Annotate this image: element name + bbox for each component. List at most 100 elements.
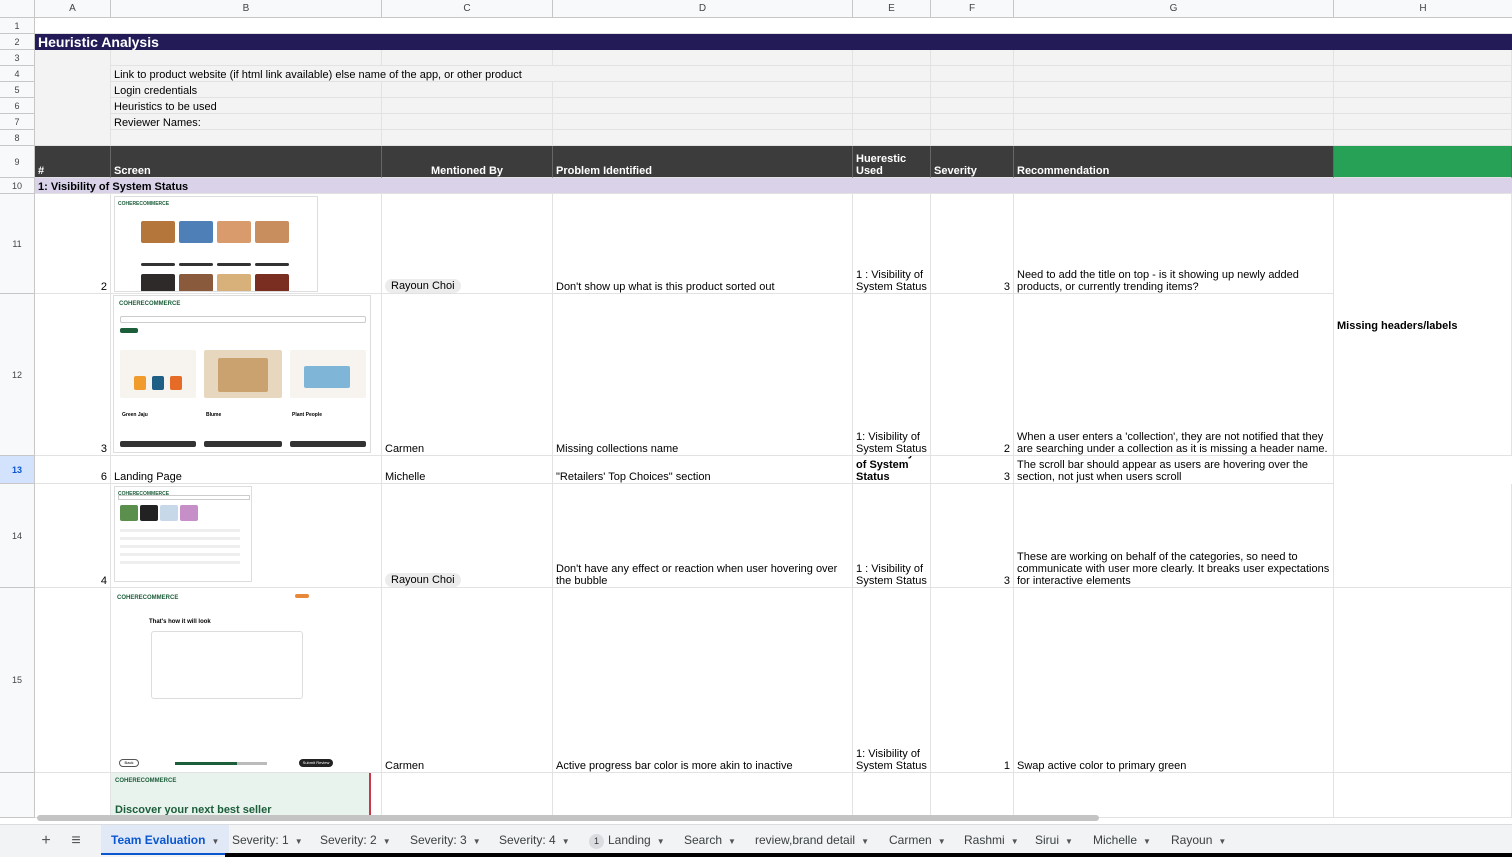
cell-h4[interactable] <box>1334 66 1512 82</box>
cell-e5[interactable] <box>853 82 931 98</box>
screen-cell[interactable]: Landing Page <box>111 456 382 484</box>
severity-cell[interactable]: 1 <box>931 588 1014 773</box>
screen-cell[interactable]: COHERECOMMERCE <box>111 484 382 588</box>
problem-cell[interactable]: "Retailers' Top Choices" section <box>553 456 853 484</box>
cell-d7[interactable] <box>553 114 853 130</box>
cell-e3[interactable] <box>853 50 931 66</box>
select-all-corner[interactable] <box>0 0 35 18</box>
recommendation-cell[interactable]: Swap active color to primary green <box>1014 588 1334 773</box>
cell-b5[interactable]: Login credentials <box>111 82 382 98</box>
tab-landing[interactable]: 1 Landing ▼ <box>589 825 665 855</box>
recommendation-cell[interactable]: When a user enters a 'collection', they … <box>1014 294 1334 456</box>
cell-d5[interactable] <box>553 82 853 98</box>
title-cell[interactable]: Heuristic Analysis <box>35 34 835 50</box>
row-header-11[interactable]: 11 <box>0 194 35 294</box>
recommendation-cell[interactable]: The scroll bar should appear as users ar… <box>1014 456 1334 484</box>
header-mentioned-by[interactable]: Mentioned By <box>382 146 553 178</box>
cell-g3[interactable] <box>1014 50 1334 66</box>
cell-g8[interactable] <box>1014 130 1334 146</box>
cell-f3[interactable] <box>931 50 1014 66</box>
cell-c3[interactable] <box>382 50 553 66</box>
row-number-cell[interactable] <box>35 773 111 818</box>
cell-h7[interactable] <box>1334 114 1512 130</box>
column-header-h[interactable]: H <box>1334 0 1512 18</box>
row-header-5[interactable]: 5 <box>0 82 35 98</box>
cell-g16[interactable] <box>1014 773 1334 818</box>
cell-f7[interactable] <box>931 114 1014 130</box>
cell-f5[interactable] <box>931 82 1014 98</box>
cell-b6[interactable]: Heuristics to be used <box>111 98 382 114</box>
heuristic-cell[interactable]: 1 : Visibility of System Status <box>853 194 931 294</box>
cell-h5[interactable] <box>1334 82 1512 98</box>
cell-f8[interactable] <box>931 130 1014 146</box>
screen-cell[interactable]: COHERECOMMERCE That's how it will look B… <box>111 588 382 773</box>
problem-cell[interactable]: Missing collections name <box>553 294 853 456</box>
row-header-9[interactable]: 9 <box>0 146 35 178</box>
row-header-8[interactable]: 8 <box>0 130 35 146</box>
cell-g4[interactable] <box>1014 66 1334 82</box>
tab-search[interactable]: Search ▼ <box>684 825 736 855</box>
cell-f4[interactable] <box>931 66 1014 82</box>
row-header-4[interactable]: 4 <box>0 66 35 82</box>
recommendation-cell[interactable]: These are working on behalf of the categ… <box>1014 484 1334 588</box>
cell-f6[interactable] <box>931 98 1014 114</box>
mentioned-by-cell[interactable]: Carmen <box>382 294 553 456</box>
cell-c6[interactable] <box>382 98 553 114</box>
row-number-cell[interactable]: 4 <box>35 484 111 588</box>
sheet-grid[interactable]: Heuristic Analysis Link to product websi… <box>35 18 1512 818</box>
row-header-7[interactable]: 7 <box>0 114 35 130</box>
recommendation-cell[interactable]: Need to add the title on top - is it sho… <box>1014 194 1334 294</box>
tab-sirui[interactable]: Sirui ▼ <box>1035 825 1073 855</box>
screenshot-thumbnail[interactable]: COHERECOMMERCE That's how it will look B… <box>113 589 371 771</box>
cell-h16[interactable] <box>1334 773 1512 818</box>
screenshot-thumbnail[interactable]: COHERECOMMERCE Discover your next best s… <box>111 773 371 817</box>
hamburger-menu-icon[interactable]: ≡ <box>66 831 86 851</box>
tab-severity-3[interactable]: Severity: 3 ▼ <box>410 825 481 855</box>
header-heuristic[interactable]: Huerestic Used <box>853 146 931 178</box>
section-cell[interactable]: 1: Visibility of System Status <box>35 178 1512 194</box>
cell-h15[interactable] <box>1334 588 1512 773</box>
person-chip[interactable]: Rayoun Choi <box>385 573 461 587</box>
row-header-3[interactable]: 3 <box>0 50 35 66</box>
severity-cell[interactable]: 3 <box>931 194 1014 294</box>
cell-e7[interactable] <box>853 114 931 130</box>
screenshot-thumbnail[interactable]: COHERECOMMERCE <box>114 486 252 582</box>
row-number-cell[interactable] <box>35 588 111 773</box>
severity-cell[interactable]: 3 <box>931 484 1014 588</box>
cell-e8[interactable] <box>853 130 931 146</box>
mentioned-by-cell[interactable]: Michelle <box>382 456 553 484</box>
problem-cell[interactable]: Don't show up what is this product sorte… <box>553 194 853 294</box>
cell-e16[interactable] <box>853 773 931 818</box>
cell-f16[interactable] <box>931 773 1014 818</box>
mentioned-by-cell[interactable]: Carmen <box>382 588 553 773</box>
tab-severity-4[interactable]: Severity: 4 ▼ <box>499 825 570 855</box>
problem-cell[interactable]: Active progress bar color is more akin t… <box>553 588 853 773</box>
row-header-1[interactable]: 1 <box>0 18 35 34</box>
cell-g7[interactable] <box>1014 114 1334 130</box>
cell-e4[interactable] <box>853 66 931 82</box>
column-header-g[interactable]: G <box>1014 0 1334 18</box>
header-severity[interactable]: Severity <box>931 146 1014 178</box>
heuristic-cell[interactable]: 1 : Visibility of System Status <box>853 484 931 588</box>
row-header-6[interactable]: 6 <box>0 98 35 114</box>
header-screen[interactable]: Screen <box>111 146 382 178</box>
column-header-e[interactable]: E <box>853 0 931 18</box>
cell-g6[interactable] <box>1014 98 1334 114</box>
tab-severity-2[interactable]: Severity: 2 ▼ <box>320 825 391 855</box>
row-number-cell[interactable]: 2 <box>35 194 111 294</box>
row-header-10[interactable]: 10 <box>0 178 35 194</box>
column-header-a[interactable]: A <box>35 0 111 18</box>
cell-b3[interactable] <box>111 50 382 66</box>
row-header-15[interactable]: 15 <box>0 588 35 773</box>
cell-h6[interactable] <box>1334 98 1512 114</box>
plus-icon[interactable]: + <box>36 831 56 851</box>
heuristic-cell[interactable]: 1: Visibility of System Status <box>853 456 931 484</box>
screenshot-thumbnail[interactable]: COHERECOMMERCE <box>114 196 318 292</box>
tab-severity-1[interactable]: Severity: 1 ▼ <box>232 825 303 855</box>
tab-carmen[interactable]: Carmen ▼ <box>889 825 946 855</box>
tab-review-brand-detail[interactable]: review,brand detail ▼ <box>755 825 869 855</box>
header-problem[interactable]: Problem Identified <box>553 146 853 178</box>
cell-c5[interactable] <box>382 82 553 98</box>
heuristic-cell[interactable]: 1: Visibility of System Status <box>853 588 931 773</box>
cell-d6[interactable] <box>553 98 853 114</box>
